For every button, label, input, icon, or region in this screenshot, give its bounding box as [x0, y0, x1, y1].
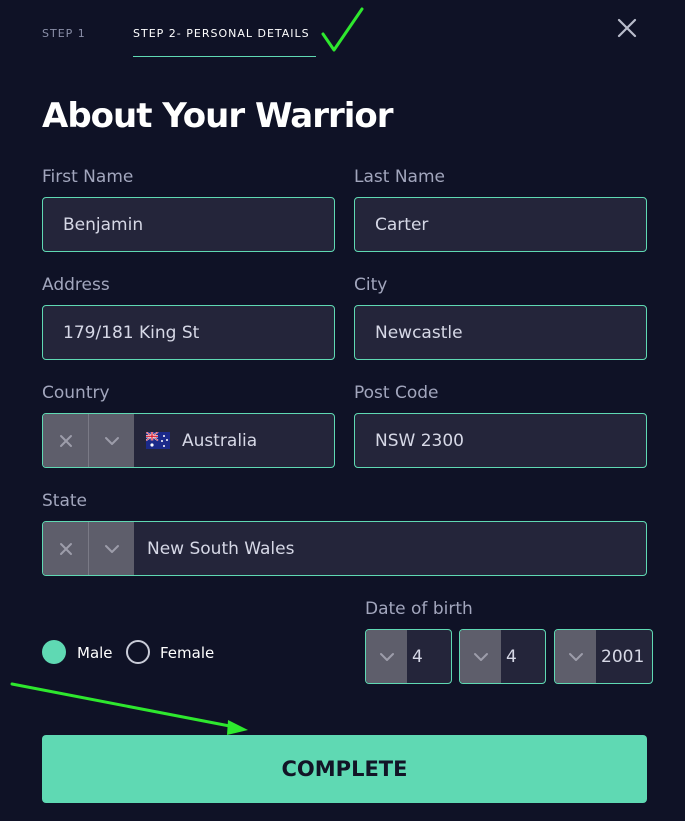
post-code-label: Post Code [354, 383, 439, 403]
city-label: City [354, 275, 388, 295]
chevron-down-icon [104, 544, 119, 553]
dob-year-select[interactable]: 2001 [554, 629, 653, 684]
dob-month-select[interactable]: 4 [459, 629, 546, 684]
state-dropdown-toggle[interactable] [89, 522, 134, 575]
dob-month-value: 4 [506, 646, 517, 667]
dob-year-dropdown-toggle[interactable] [555, 630, 596, 683]
state-label: State [42, 491, 87, 511]
gender-male-radio[interactable] [42, 640, 66, 664]
chevron-down-icon [473, 652, 488, 661]
step-2-tab[interactable]: STEP 2- PERSONAL DETAILS [133, 27, 310, 40]
date-of-birth-label: Date of birth [365, 599, 473, 619]
checkmark-annotation-icon [321, 7, 364, 52]
address-input[interactable] [42, 305, 335, 360]
first-name-label: First Name [42, 167, 134, 187]
chevron-down-icon [379, 652, 394, 661]
address-label: Address [42, 275, 110, 295]
clear-x-icon [59, 542, 72, 555]
australia-flag-icon [146, 432, 170, 449]
gender-male-label: Male [77, 644, 113, 662]
dob-day-select[interactable]: 4 [365, 629, 452, 684]
arrow-annotation-icon [10, 682, 248, 735]
last-name-input[interactable] [354, 197, 647, 252]
close-button[interactable] [613, 14, 641, 42]
dob-month-dropdown-toggle[interactable] [460, 630, 501, 683]
clear-x-icon [59, 434, 72, 447]
dob-day-dropdown-toggle[interactable] [366, 630, 407, 683]
chevron-down-icon [568, 652, 583, 661]
step-1-tab[interactable]: STEP 1 [42, 27, 86, 40]
country-select[interactable]: Australia [42, 413, 335, 468]
gender-female-label: Female [160, 644, 215, 662]
close-icon [617, 18, 637, 38]
active-step-underline [133, 56, 316, 57]
page-title: About Your Warrior [42, 96, 394, 136]
dob-year-value: 2001 [601, 646, 645, 667]
country-label: Country [42, 383, 110, 403]
complete-button[interactable]: COMPLETE [42, 735, 647, 803]
gender-female-radio[interactable] [126, 640, 150, 664]
dob-day-value: 4 [412, 646, 423, 667]
last-name-label: Last Name [354, 167, 445, 187]
country-dropdown-toggle[interactable] [89, 414, 134, 467]
state-select[interactable]: New South Wales [42, 521, 647, 576]
state-value: New South Wales [147, 538, 295, 559]
state-clear-button[interactable] [43, 522, 88, 575]
post-code-input[interactable] [354, 413, 647, 468]
country-value: Australia [182, 430, 258, 451]
first-name-input[interactable] [42, 197, 335, 252]
country-clear-button[interactable] [43, 414, 88, 467]
city-input[interactable] [354, 305, 647, 360]
chevron-down-icon [104, 436, 119, 445]
